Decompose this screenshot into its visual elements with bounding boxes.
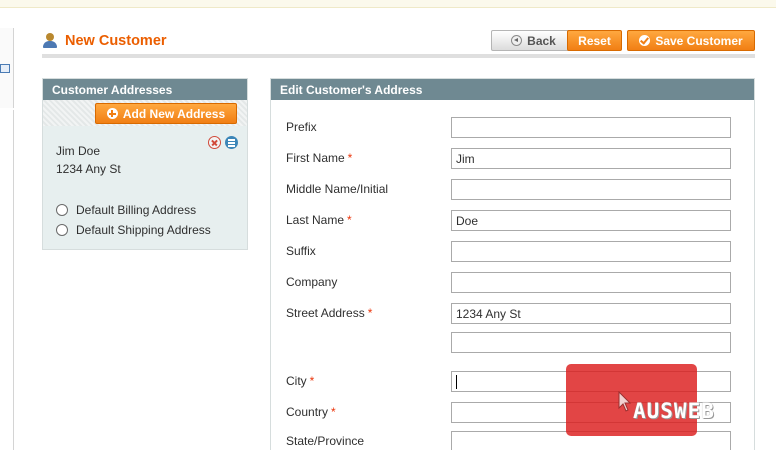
prefix-label: Prefix: [286, 120, 317, 134]
suffix-row: Suffix: [286, 241, 736, 263]
remove-address-icon[interactable]: [208, 136, 221, 149]
first-name-label: First Name *: [286, 151, 352, 165]
add-new-address-button[interactable]: Add New Address: [95, 103, 237, 124]
mouse-cursor-icon: [612, 377, 632, 412]
default-billing-option[interactable]: Default Billing Address: [56, 203, 196, 217]
first-name-row: First Name *: [286, 148, 736, 170]
save-button-label: Save Customer: [655, 33, 743, 48]
street-address-label-text: Street Address: [286, 306, 365, 320]
required-marker: *: [367, 306, 373, 320]
company-row: Company: [286, 272, 736, 294]
default-shipping-label: Default Shipping Address: [76, 223, 211, 237]
default-shipping-radio[interactable]: [56, 224, 68, 236]
reset-button[interactable]: Reset: [567, 30, 622, 51]
top-notice-strip: [0, 0, 776, 8]
required-marker: *: [331, 405, 336, 419]
address-actions: [208, 136, 238, 149]
page-title: New Customer: [42, 33, 167, 49]
left-side-rail: [0, 28, 14, 108]
middle-name-input[interactable]: [451, 179, 731, 200]
edit-address-title: Edit Customer's Address: [271, 79, 754, 100]
check-icon: [639, 35, 651, 46]
address-list-item[interactable]: Jim Doe 1234 Any St: [56, 142, 121, 178]
customer-addresses-title: Customer Addresses: [43, 79, 247, 100]
last-name-label-text: Last Name: [286, 213, 345, 227]
watermark-logo: AUSWEB: [633, 399, 715, 423]
street-address-row-2: [286, 332, 736, 354]
prefix-input[interactable]: [451, 117, 731, 138]
street-address-input-1[interactable]: [451, 303, 731, 324]
middle-name-row: Middle Name/Initial: [286, 179, 736, 201]
page-title-text: New Customer: [65, 33, 167, 49]
back-arrow-icon: [511, 35, 523, 46]
side-panel-icon[interactable]: [0, 64, 10, 73]
customer-icon: [42, 33, 60, 49]
required-marker: *: [347, 213, 352, 227]
page-header: New Customer Back Reset Save Customer: [42, 30, 755, 60]
street-address-row: Street Address *: [286, 303, 736, 325]
required-marker: *: [347, 151, 353, 165]
last-name-input[interactable]: [451, 210, 731, 231]
country-label: Country *: [286, 405, 336, 419]
required-marker: *: [309, 374, 315, 388]
last-name-row: Last Name *: [286, 210, 736, 232]
suffix-input[interactable]: [451, 241, 731, 262]
add-address-label: Add New Address: [122, 106, 226, 121]
header-divider: [42, 54, 755, 58]
save-customer-button[interactable]: Save Customer: [627, 30, 755, 51]
back-button[interactable]: Back: [491, 30, 576, 51]
plus-icon: [106, 108, 118, 119]
address-name: Jim Doe: [56, 144, 101, 158]
address-street: 1234 Any St: [56, 162, 121, 176]
default-billing-radio[interactable]: [56, 204, 68, 216]
left-side-rail-lower: [0, 110, 14, 450]
prefix-row: Prefix: [286, 117, 736, 139]
first-name-input[interactable]: [451, 148, 731, 169]
middle-name-label: Middle Name/Initial: [286, 182, 389, 196]
customer-addresses-panel: Customer Addresses Add New Address Jim D…: [42, 78, 248, 250]
country-label-text: Country: [286, 405, 329, 419]
city-label-text: City: [286, 374, 307, 388]
state-label: State/Province: [286, 434, 365, 448]
company-input[interactable]: [451, 272, 731, 293]
suffix-label: Suffix: [286, 244, 316, 258]
street-address-input-2[interactable]: [451, 332, 731, 353]
street-address-label: Street Address *: [286, 306, 372, 320]
company-label: Company: [286, 275, 338, 289]
default-billing-label: Default Billing Address: [76, 203, 197, 217]
text-caret: [456, 375, 457, 389]
edit-address-icon[interactable]: [225, 136, 238, 149]
first-name-label-text: First Name: [286, 151, 345, 165]
city-label: City *: [286, 374, 314, 388]
default-shipping-option[interactable]: Default Shipping Address: [56, 223, 211, 237]
last-name-label: Last Name *: [286, 213, 352, 227]
reset-button-label: Reset: [578, 33, 611, 48]
back-button-label: Back: [527, 33, 556, 48]
add-address-bar: Add New Address: [43, 100, 247, 126]
